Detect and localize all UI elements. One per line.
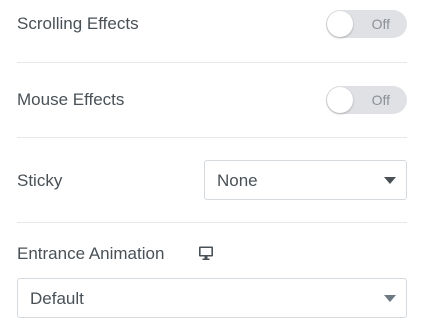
toggle-state-label: Off (371, 92, 390, 108)
toggle-knob (327, 87, 353, 113)
monitor-icon[interactable] (198, 245, 214, 261)
sticky-label: Sticky (17, 171, 63, 190)
scrolling-effects-control: Scrolling Effects Off (17, 10, 407, 38)
mouse-effects-control: Mouse Effects Off (17, 86, 407, 114)
divider (17, 62, 407, 63)
entrance-animation-select[interactable]: Default (17, 278, 407, 318)
caret-down-icon (384, 295, 396, 302)
scrolling-effects-toggle[interactable]: Off (326, 10, 407, 38)
sticky-select-value: None (217, 171, 258, 190)
divider (17, 137, 407, 138)
mouse-effects-toggle[interactable]: Off (326, 86, 407, 114)
mouse-effects-label: Mouse Effects (17, 90, 125, 109)
sticky-control: Sticky None (17, 160, 407, 200)
toggle-state-label: Off (371, 16, 390, 32)
sticky-select[interactable]: None (204, 160, 407, 200)
divider (17, 222, 407, 223)
entrance-animation-label: Entrance Animation (17, 244, 165, 263)
entrance-animation-control: Entrance Animation Default (17, 243, 407, 321)
toggle-knob (327, 11, 353, 37)
caret-down-icon (384, 177, 396, 184)
scrolling-effects-label: Scrolling Effects (17, 14, 139, 33)
entrance-animation-select-value: Default (30, 289, 84, 308)
